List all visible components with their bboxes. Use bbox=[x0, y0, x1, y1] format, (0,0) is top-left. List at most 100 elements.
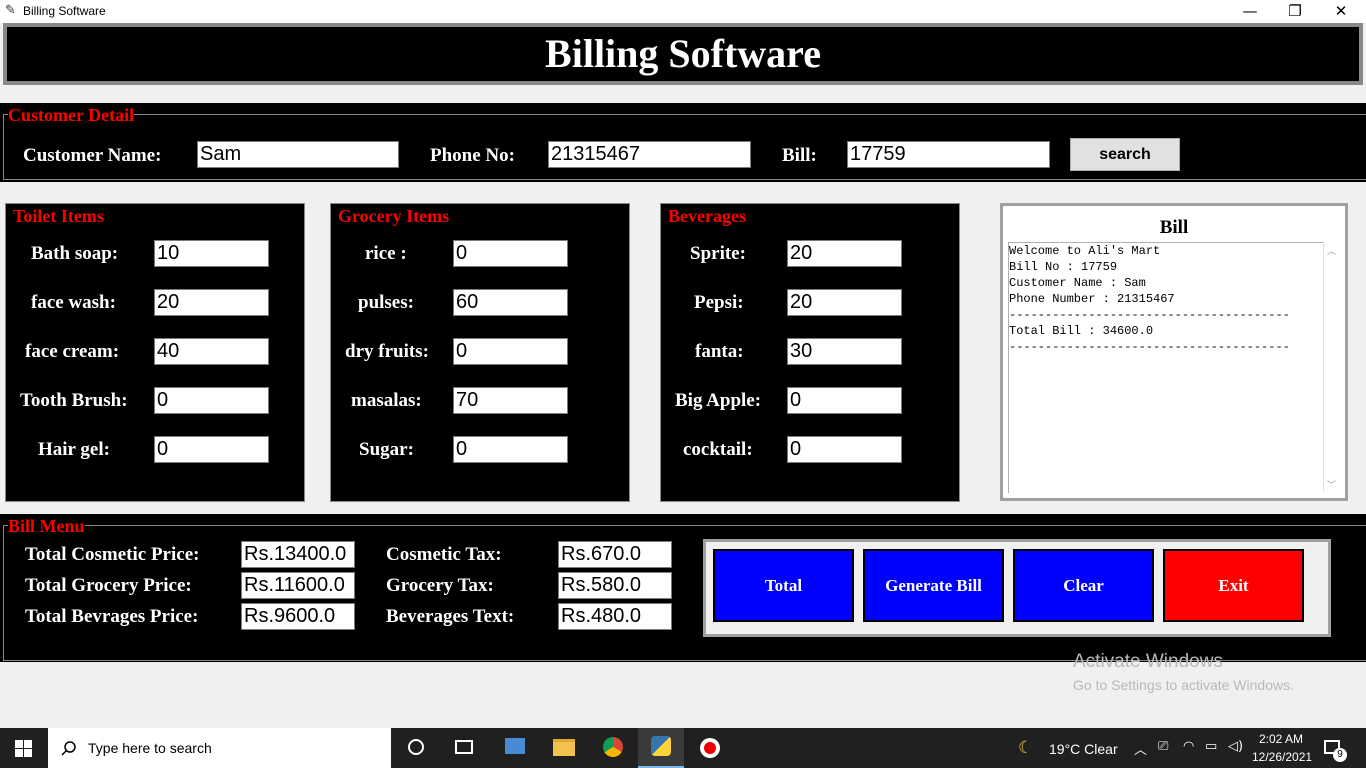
big-apple-label: Big Apple: bbox=[675, 390, 762, 411]
customer-detail-frame: Customer Detail Customer Name: Sam Phone… bbox=[0, 103, 1366, 182]
button-panel: Total Generate Bill Clear Exit bbox=[703, 539, 1331, 637]
chrome-icon[interactable] bbox=[603, 737, 623, 757]
total-bevrages-price-input[interactable]: Rs.9600.0 bbox=[241, 603, 355, 630]
masalas-label: masalas: bbox=[351, 390, 422, 411]
fanta-input[interactable]: 30 bbox=[787, 338, 902, 365]
grocery-tax-input[interactable]: Rs.580.0 bbox=[558, 572, 672, 599]
rice-input[interactable]: 0 bbox=[453, 240, 568, 267]
volume-icon[interactable]: ◁) bbox=[1228, 739, 1243, 754]
sugar-input[interactable]: 0 bbox=[453, 436, 568, 463]
grocery-items-frame: Grocery Items rice : 0 pulses: 60 dry fr… bbox=[330, 203, 630, 502]
face-cream-input[interactable]: 40 bbox=[154, 338, 269, 365]
big-apple-input[interactable]: 0 bbox=[787, 387, 902, 414]
beverages-legend: Beverages bbox=[668, 206, 746, 226]
python-icon[interactable] bbox=[638, 728, 684, 768]
taskbar-search-box[interactable]: Type here to search bbox=[48, 728, 391, 768]
scroll-down-icon[interactable]: ﹀ bbox=[1327, 478, 1336, 491]
dry-fruits-label: dry fruits: bbox=[345, 341, 429, 362]
clock-date[interactable]: 12/26/2021 bbox=[1252, 750, 1312, 764]
phone-input[interactable]: 21315467 bbox=[548, 141, 751, 168]
exit-button[interactable]: Exit bbox=[1163, 549, 1304, 622]
minimize-icon[interactable]: — bbox=[1227, 0, 1273, 23]
wifi-icon[interactable]: ◠ bbox=[1183, 739, 1194, 754]
bill-number-input[interactable]: 17759 bbox=[847, 141, 1050, 168]
device-icon[interactable]: ⎚ bbox=[1158, 739, 1168, 754]
scroll-up-icon[interactable]: ︿ bbox=[1327, 244, 1336, 257]
dry-fruits-input[interactable]: 0 bbox=[453, 338, 568, 365]
face-wash-label: face wash: bbox=[31, 292, 116, 313]
beverages-frame: Beverages Sprite: 20 Pepsi: 20 fanta: 30… bbox=[660, 203, 960, 502]
bill-label: Bill: bbox=[782, 145, 817, 166]
window-title: Billing Software bbox=[23, 4, 106, 18]
total-cosmetic-price-label: Total Cosmetic Price: bbox=[25, 544, 200, 565]
total-bevrages-price-label: Total Bevrages Price: bbox=[25, 606, 199, 627]
cosmetic-tax-input[interactable]: Rs.670.0 bbox=[558, 541, 672, 568]
network-app-icon[interactable] bbox=[505, 738, 525, 754]
bill-menu-legend: Bill Menu bbox=[8, 516, 85, 536]
customer-name-input[interactable]: Sam bbox=[197, 141, 399, 168]
cosmetic-tax-label: Cosmetic Tax: bbox=[386, 544, 502, 565]
pulses-input[interactable]: 60 bbox=[453, 289, 568, 316]
hair-gel-label: Hair gel: bbox=[38, 439, 110, 460]
bill-scrollbar[interactable]: ︿ ﹀ bbox=[1323, 242, 1341, 492]
generate-bill-button[interactable]: Generate Bill bbox=[863, 549, 1004, 622]
search-button[interactable]: search bbox=[1070, 138, 1180, 171]
maximize-icon[interactable]: ❐ bbox=[1272, 0, 1318, 23]
battery-icon[interactable]: ▭ bbox=[1205, 739, 1217, 754]
search-placeholder: Type here to search bbox=[88, 740, 212, 756]
file-explorer-icon[interactable] bbox=[553, 739, 575, 756]
rice-label: rice : bbox=[365, 243, 407, 264]
toilet-items-frame: Toilet Items Bath soap: 10 face wash: 20… bbox=[5, 203, 305, 502]
close-icon[interactable]: ✕ bbox=[1318, 0, 1364, 23]
grocery-tax-label: Grocery Tax: bbox=[386, 575, 494, 596]
customer-detail-legend: Customer Detail bbox=[8, 105, 135, 125]
beverages-tax-label: Beverages Text: bbox=[386, 606, 515, 627]
customer-name-label: Customer Name: bbox=[23, 145, 162, 166]
bill-area-title: Bill bbox=[1159, 217, 1189, 238]
bath-soap-label: Bath soap: bbox=[31, 243, 119, 264]
cocktail-label: cocktail: bbox=[683, 439, 753, 460]
clock-time[interactable]: 2:02 AM bbox=[1259, 732, 1303, 746]
activate-windows-title: Activate Windows bbox=[1073, 651, 1223, 672]
record-icon[interactable] bbox=[700, 738, 720, 758]
total-button[interactable]: Total bbox=[713, 549, 854, 622]
cocktail-input[interactable]: 0 bbox=[787, 436, 902, 463]
total-grocery-price-input[interactable]: Rs.11600.0 bbox=[241, 572, 355, 599]
phone-label: Phone No: bbox=[430, 145, 515, 166]
grocery-items-legend: Grocery Items bbox=[338, 206, 450, 226]
fanta-label: fanta: bbox=[695, 341, 744, 362]
tooth-brush-label: Tooth Brush: bbox=[20, 390, 128, 411]
tooth-brush-input[interactable]: 0 bbox=[154, 387, 269, 414]
sprite-input[interactable]: 20 bbox=[787, 240, 902, 267]
task-view-icon[interactable] bbox=[455, 740, 473, 754]
notification-count-badge: 9 bbox=[1333, 748, 1347, 762]
page-title: Billing Software bbox=[545, 31, 821, 76]
weather-text[interactable]: 19°C Clear bbox=[1049, 741, 1118, 757]
toilet-items-legend: Toilet Items bbox=[13, 206, 104, 226]
search-icon bbox=[61, 741, 76, 756]
total-grocery-price-label: Total Grocery Price: bbox=[25, 575, 192, 596]
cortana-icon[interactable] bbox=[408, 739, 424, 755]
face-cream-label: face cream: bbox=[25, 341, 120, 362]
window-title-bar: ✎ Billing Software — ❐ ✕ bbox=[0, 0, 1366, 23]
activate-windows-subtitle: Go to Settings to activate Windows. bbox=[1073, 677, 1294, 693]
face-wash-input[interactable]: 20 bbox=[154, 289, 269, 316]
clear-button[interactable]: Clear bbox=[1013, 549, 1154, 622]
beverages-tax-input[interactable]: Rs.480.0 bbox=[558, 603, 672, 630]
sprite-label: Sprite: bbox=[690, 243, 746, 264]
total-cosmetic-price-input[interactable]: Rs.13400.0 bbox=[241, 541, 355, 568]
pepsi-input[interactable]: 20 bbox=[787, 289, 902, 316]
masalas-input[interactable]: 70 bbox=[453, 387, 568, 414]
chevron-up-icon[interactable]: ︿ bbox=[1134, 739, 1147, 758]
bill-textarea[interactable]: Welcome to Ali's Mart Bill No : 17759 Cu… bbox=[1008, 242, 1323, 493]
sugar-label: Sugar: bbox=[359, 439, 414, 460]
moon-icon: ☾ bbox=[1018, 738, 1034, 758]
pulses-label: pulses: bbox=[358, 292, 414, 313]
windows-start-icon[interactable] bbox=[0, 728, 48, 768]
pepsi-label: Pepsi: bbox=[694, 292, 744, 313]
bath-soap-input[interactable]: 10 bbox=[154, 240, 269, 267]
app-feather-icon: ✎ bbox=[5, 3, 16, 18]
bill-menu-frame: Bill Menu Total Cosmetic Price: Rs.13400… bbox=[0, 514, 1366, 662]
app-heading: Billing Software bbox=[3, 23, 1363, 85]
hair-gel-input[interactable]: 0 bbox=[154, 436, 269, 463]
